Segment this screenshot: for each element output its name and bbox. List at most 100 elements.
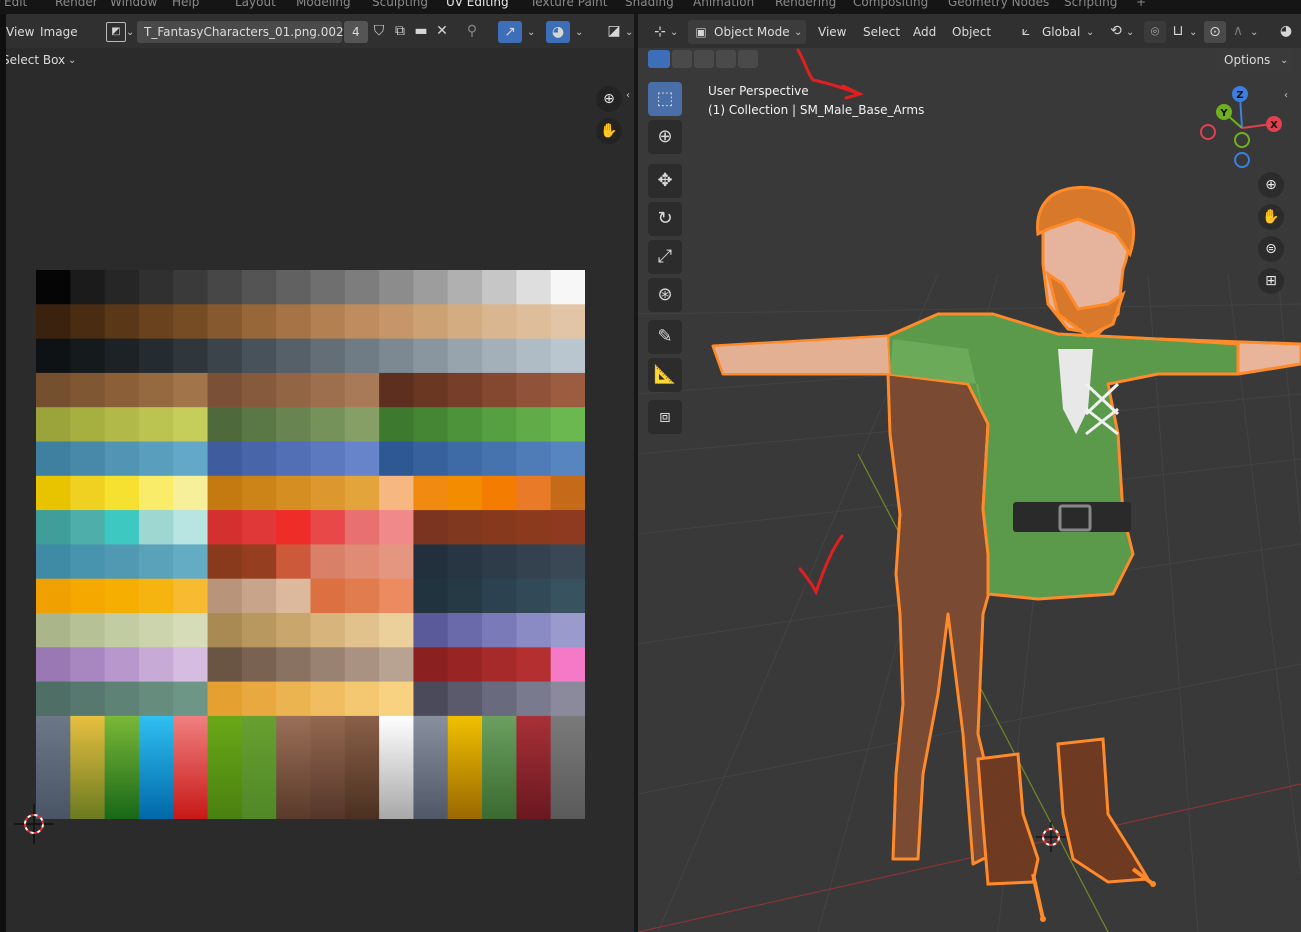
palette-swatch (36, 338, 71, 374)
palette-swatch (482, 304, 517, 340)
overlay-chevron-icon[interactable]: ⌄ (575, 27, 583, 38)
palette-swatch (173, 441, 209, 477)
uv-sync-chevron-icon[interactable]: ⌄ (527, 27, 535, 38)
palette-swatch (276, 510, 311, 545)
image-users-count[interactable]: 4 (344, 21, 368, 43)
workspace-tab-sculpting[interactable]: Sculpting (372, 0, 428, 9)
palette-swatch (138, 544, 174, 580)
palette-swatch (276, 681, 311, 717)
palette-swatch (413, 647, 449, 683)
palette-swatch (173, 647, 209, 683)
3d-viewport[interactable]: ⊹ ⌄ ▣ Object Mode ⌄ View Select Add Obje… (638, 14, 1301, 932)
workspace-tab-geometry-nodes[interactable]: Geometry Nodes (948, 0, 1049, 9)
palette-swatch (104, 338, 140, 374)
palette-swatch (241, 613, 277, 648)
palette-swatch (516, 647, 552, 683)
display-channels-chevron-icon[interactable]: ⌄ (625, 27, 633, 38)
palette-swatch (447, 578, 483, 614)
workspace-tab-window[interactable]: Window (110, 0, 157, 9)
palette-swatch (173, 510, 209, 545)
palette-swatch (138, 510, 174, 545)
palette-swatch (241, 475, 277, 511)
palette-swatch (241, 578, 277, 614)
workspace-tab-shading[interactable]: Shading (625, 0, 674, 9)
palette-gradient-swatch (241, 715, 277, 819)
workspace-tab-compositing[interactable]: Compositing (853, 0, 928, 9)
palette-swatch (447, 270, 483, 305)
workspace-tab-layout[interactable]: Layout (235, 0, 276, 9)
palette-swatch (207, 372, 243, 408)
palette-swatch (447, 407, 483, 442)
palette-swatch (70, 441, 106, 477)
palette-swatch (413, 441, 449, 477)
palette-swatch (516, 372, 552, 408)
select-box-chevron-icon[interactable]: ⌄ (68, 55, 76, 66)
palette-swatch (104, 407, 140, 442)
palette-swatch (36, 304, 71, 340)
palette-swatch (104, 304, 140, 340)
palette-swatch (550, 613, 585, 648)
copy-icon[interactable]: ⧉ (390, 21, 410, 41)
workspace-tab-texture-paint[interactable]: Texture Paint (530, 0, 607, 9)
palette-swatch (138, 578, 174, 614)
workspace-tab-rendering[interactable]: Rendering (775, 0, 836, 9)
uv-sync-icon: ↗ (504, 24, 516, 40)
zoom-icon[interactable]: ⊕ (596, 86, 622, 112)
palette-swatch (413, 475, 449, 511)
uv-sync-selection-button[interactable]: ↗ (498, 21, 522, 43)
palette-swatch (207, 338, 243, 374)
uv-menu-image[interactable]: Image (40, 25, 78, 39)
workspace-tab-help[interactable]: Help (172, 0, 199, 9)
palette-swatch (482, 613, 517, 648)
palette-swatch (310, 372, 346, 408)
image-type-icon[interactable]: ◩ (106, 22, 126, 42)
palette-swatch (516, 407, 552, 442)
palette-swatch (550, 270, 585, 305)
workspace-tab-animation[interactable]: Animation (693, 0, 754, 9)
workspace-add-tab[interactable]: + (1136, 0, 1146, 9)
palette-swatch (379, 407, 414, 442)
palette-gradient-swatch (516, 715, 552, 819)
display-channels-icon[interactable]: ◪ (604, 21, 624, 41)
workspace-tab-uv-editing[interactable]: UV Editing (446, 0, 509, 9)
shield-icon[interactable]: ⛉ (369, 21, 389, 41)
palette-gradient-swatch (550, 715, 585, 819)
palette-swatch (344, 544, 380, 580)
palette-swatch (138, 441, 174, 477)
palette-swatch (379, 578, 414, 614)
workspace-tab-render[interactable]: Render (55, 0, 98, 9)
palette-swatch (138, 372, 174, 408)
2d-cursor-icon[interactable] (14, 804, 54, 844)
workspace-tab-edit[interactable]: Edit (4, 0, 27, 9)
palette-swatch (241, 510, 277, 545)
close-icon[interactable]: ✕ (432, 21, 452, 41)
palette-swatch (379, 441, 414, 477)
palette-swatch (241, 304, 277, 340)
palette-swatch (447, 613, 483, 648)
workspace-tab-scripting[interactable]: Scripting (1064, 0, 1117, 9)
pin-icon[interactable]: ⚲ (462, 21, 482, 41)
palette-swatch (207, 270, 243, 305)
palette-swatch (104, 578, 140, 614)
folder-icon[interactable]: ▬ (411, 21, 431, 41)
palette-swatch (276, 270, 311, 305)
palette-swatch (344, 681, 380, 717)
uv-menu-view[interactable]: View (6, 25, 34, 39)
palette-swatch (241, 407, 277, 442)
palette-swatch (379, 475, 414, 511)
palette-swatch (241, 544, 277, 580)
select-box-dropdown[interactable]: Select Box (6, 53, 65, 67)
uv-editor[interactable]: View Image ◩ ⌄ T_FantasyCharacters_01.pn… (6, 14, 634, 932)
image-type-chevron-icon[interactable]: ⌄ (126, 27, 134, 38)
image-name-field[interactable]: T_FantasyCharacters_01.png.002 (137, 21, 344, 43)
hand-pan-icon[interactable]: ✋ (596, 118, 622, 144)
uv-editor-header: View Image ◩ ⌄ T_FantasyCharacters_01.pn… (6, 14, 634, 48)
palette-swatch (207, 407, 243, 442)
palette-swatch (241, 338, 277, 374)
overlay-button[interactable]: ◕ (546, 21, 570, 43)
palette-swatch (241, 270, 277, 305)
workspace-tab-modeling[interactable]: Modeling (296, 0, 351, 9)
palette-swatch (379, 304, 414, 340)
sidebar-toggle-icon[interactable]: ‹ (626, 90, 630, 101)
palette-gradient-swatch (413, 715, 449, 819)
